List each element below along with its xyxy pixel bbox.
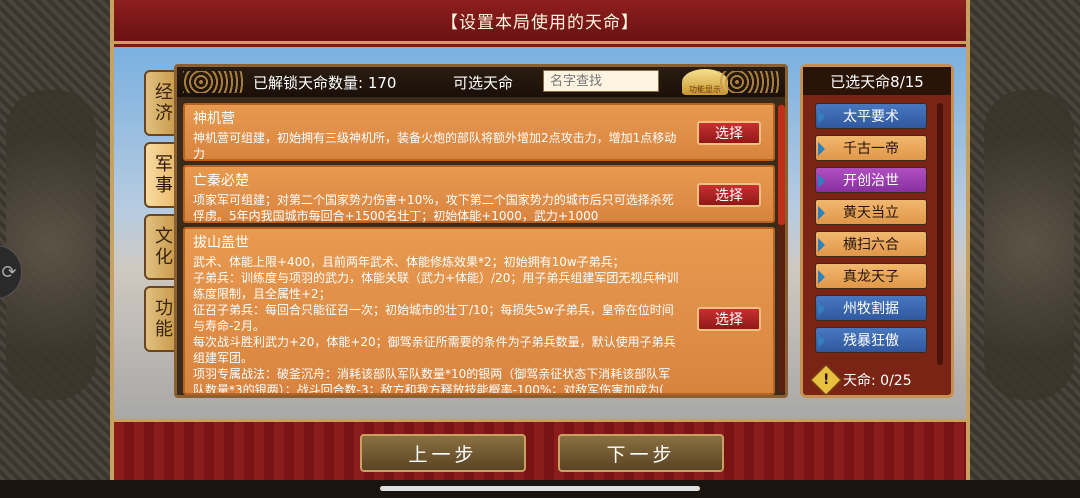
select-button[interactable]: 选择 bbox=[697, 121, 761, 145]
selected-item[interactable]: 黄天当立 bbox=[815, 199, 927, 225]
function-display-label: 功能显示 bbox=[689, 85, 721, 94]
list-header: 已解锁天命数量: 170 可选天命 功能显示 bbox=[177, 67, 785, 97]
dragon-ornament-icon bbox=[183, 71, 243, 93]
right-decor-panel bbox=[970, 0, 1080, 480]
unlocked-count: 已解锁天命数量: 170 bbox=[253, 73, 397, 92]
dragon-emblem-right bbox=[984, 90, 1074, 400]
dragon-emblem-left bbox=[6, 90, 96, 400]
page-title: 【设置本局使用的天命】 bbox=[114, 0, 966, 44]
select-button[interactable]: 选择 bbox=[697, 307, 761, 331]
list-scroll-thumb[interactable] bbox=[778, 105, 785, 225]
selected-item[interactable]: 横扫六合 bbox=[815, 231, 927, 257]
selected-destiny-panel: 已选天命8/15 太平要术 千古一帝 开创治世 黄天当立 横扫六合 真龙天子 州… bbox=[800, 64, 954, 398]
selected-item[interactable]: 残暴狂傲 bbox=[815, 327, 927, 353]
card-description: 武术、体能上限+400，且前两年武术、体能修炼效果*2；初始拥有10w子弟兵； … bbox=[193, 255, 679, 395]
prev-step-button[interactable]: 上一步 bbox=[360, 434, 526, 472]
selected-item[interactable]: 千古一帝 bbox=[815, 135, 927, 161]
selected-scrollbar[interactable] bbox=[937, 103, 943, 365]
warning-icon: ! bbox=[810, 364, 842, 396]
left-decor-panel: ⟳ bbox=[0, 0, 110, 480]
selectable-label: 可选天命 bbox=[453, 73, 514, 92]
card-title: 拔山盖世 bbox=[193, 235, 249, 251]
selected-item[interactable]: 太平要术 bbox=[815, 103, 927, 129]
bottom-bar bbox=[114, 419, 966, 480]
dragon-ornament-icon bbox=[719, 71, 779, 93]
select-button[interactable]: 选择 bbox=[697, 183, 761, 207]
card-description: 项家军可组建；对第二个国家势力伤害+10%，攻下第二个国家势力的城市后只可选择杀… bbox=[193, 193, 674, 223]
card-title: 亡秦必楚 bbox=[193, 173, 249, 189]
selected-item[interactable]: 州牧割据 bbox=[815, 295, 927, 321]
destiny-list-panel: 已解锁天命数量: 170 可选天命 功能显示 神机营 神机营可组建，初始拥有三级… bbox=[174, 64, 788, 398]
selected-item[interactable]: 真龙天子 bbox=[815, 263, 927, 289]
destiny-card: 拔山盖世 武术、体能上限+400，且前两年武术、体能修炼效果*2；初始拥有10w… bbox=[183, 227, 775, 395]
card-description: 神机营可组建，初始拥有三级神机所，装备火炮的部队将额外增加2点攻击力，增加1点移… bbox=[193, 131, 677, 161]
destiny-points: ! 天命: 0/25 bbox=[810, 364, 912, 396]
points-label: 天命: 0/25 bbox=[843, 373, 912, 389]
destiny-card: 亡秦必楚 项家军可组建；对第二个国家势力伤害+10%，攻下第二个国家势力的城市后… bbox=[183, 165, 775, 223]
selected-header: 已选天命8/15 bbox=[803, 67, 951, 95]
card-title: 神机营 bbox=[193, 111, 235, 127]
search-input[interactable] bbox=[543, 70, 659, 92]
selected-item[interactable]: 开创治世 bbox=[815, 167, 927, 193]
destiny-card: 神机营 神机营可组建，初始拥有三级神机所，装备火炮的部队将额外增加2点攻击力，增… bbox=[183, 103, 775, 161]
next-step-button[interactable]: 下一步 bbox=[558, 434, 724, 472]
home-indicator[interactable] bbox=[380, 486, 700, 491]
main-dialog: 【设置本局使用的天命】 经济 军事 文化 功能 已解锁天命数量: 170 可选天… bbox=[110, 0, 970, 480]
refresh-icon: ⟳ bbox=[1, 261, 17, 283]
list-scrollbar[interactable] bbox=[778, 103, 785, 393]
